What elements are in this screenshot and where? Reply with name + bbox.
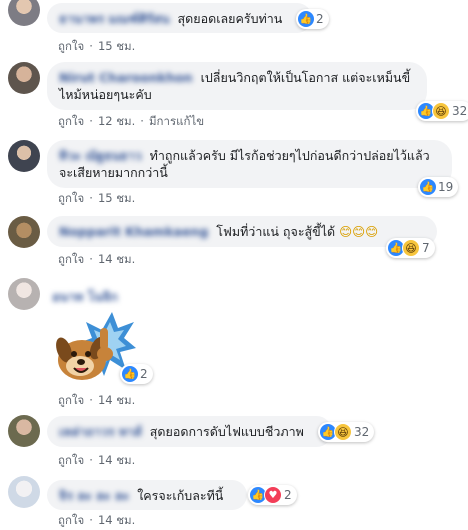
timestamp[interactable]: 15 ชม.	[98, 191, 135, 205]
reaction-summary[interactable]: 👍 ♥ 2	[248, 485, 297, 505]
reaction-summary[interactable]: 👍 19	[418, 177, 459, 197]
like-link[interactable]: ถูกใจ	[58, 252, 84, 266]
comment-actions: ถูกใจ · 14 ชม.	[58, 453, 136, 467]
heart-icon: ♥	[264, 486, 282, 504]
edited-label[interactable]: มีการแก้ไข	[149, 114, 204, 128]
commenter-name[interactable]: Nopparit Khamkaeng	[59, 224, 208, 239]
commenter-name[interactable]: ทิวะ ณัฐธนธาว	[59, 148, 142, 163]
timestamp[interactable]: 14 ชม.	[98, 453, 135, 467]
commenter-name[interactable]: ธานาพร มณฑ์ศิรัสน	[59, 11, 170, 26]
laughing-face-icon: 😆	[402, 239, 420, 257]
reaction-count: 32	[354, 425, 370, 439]
comment-actions: ถูกใจ · 12 ชม. · มีการแก้ไข	[58, 114, 205, 128]
sticker-comment-header: อนาท โนจิก	[52, 287, 122, 307]
like-link[interactable]: ถูกใจ	[58, 191, 84, 205]
like-link[interactable]: ถูกใจ	[58, 393, 84, 407]
reaction-summary[interactable]: 👍 😆 32	[416, 101, 468, 121]
like-link[interactable]: ถูกใจ	[58, 453, 84, 467]
reaction-count: 32	[452, 104, 468, 118]
comment-bubble: ทิวะ ณัฐธนธาว ทำถูกแล้วครับ มีไรก้อช่วยๆ…	[47, 140, 452, 188]
commenter-name[interactable]: อนาท โนจิก	[52, 289, 118, 304]
reaction-summary[interactable]: 👍 2	[120, 364, 153, 384]
reaction-summary[interactable]: 👍 😆 32	[318, 422, 375, 442]
commenter-name[interactable]: จิร ละ ละ ละ	[59, 488, 129, 503]
avatar[interactable]	[8, 415, 40, 447]
like-link[interactable]: ถูกใจ	[58, 39, 84, 53]
commenter-name[interactable]: เหล่าถาวร ทาส์	[59, 424, 142, 439]
comment-text: โฟมที่ว่าแน่ ถุจะสู้ขี้ได้	[216, 224, 336, 239]
comment-text: สุดยอดการดับไฟแบบชีวภาพ	[149, 424, 304, 439]
timestamp[interactable]: 12 ชม.	[98, 114, 135, 128]
reaction-summary[interactable]: 👍 2	[296, 9, 329, 29]
timestamp[interactable]: 14 ชม.	[98, 393, 135, 407]
timestamp[interactable]: 15 ชม.	[98, 39, 135, 53]
avatar[interactable]	[8, 140, 40, 172]
comment-bubble: จิร ละ ละ ละ ใครจะเก้บละทีนี้	[47, 480, 247, 510]
comment-bubble: เหล่าถาวร ทาส์ สุดยอดการดับไฟแบบชีวภาพ	[47, 416, 332, 447]
comment-text: สุดยอดเลยครับท่าน	[177, 11, 283, 26]
like-link[interactable]: ถูกใจ	[58, 513, 84, 527]
timestamp[interactable]: 14 ชม.	[98, 252, 135, 266]
smiling-face-icon: 😊😊😊	[339, 224, 379, 239]
avatar[interactable]	[8, 62, 40, 94]
reaction-count: 2	[140, 367, 148, 381]
like-link[interactable]: ถูกใจ	[58, 114, 84, 128]
commenter-name[interactable]: Nirut Charoonkhon	[59, 70, 193, 85]
thumbs-up-icon: 👍	[298, 11, 314, 27]
avatar[interactable]	[8, 278, 40, 310]
avatar[interactable]	[8, 0, 40, 26]
reaction-count: 7	[422, 241, 430, 255]
comment-text: ใครจะเก้บละทีนี้	[137, 488, 224, 503]
comment-actions: ถูกใจ · 14 ชม.	[58, 252, 136, 266]
thumbs-up-icon: 👍	[420, 179, 436, 195]
comment-actions: ถูกใจ · 15 ชม.	[58, 39, 136, 53]
reaction-count: 2	[316, 12, 324, 26]
comment-bubble: Nopparit Khamkaeng โฟมที่ว่าแน่ ถุจะสู้ข…	[47, 216, 437, 247]
reaction-summary[interactable]: 👍 😆 7	[386, 238, 435, 258]
comment-bubble: ธานาพร มณฑ์ศิรัสน สุดยอดเลยครับท่าน	[47, 3, 312, 33]
comment-actions: ถูกใจ · 14 ชม.	[58, 513, 136, 527]
avatar[interactable]	[8, 216, 40, 248]
avatar[interactable]	[8, 476, 40, 508]
comment-actions: ถูกใจ · 14 ชม.	[58, 393, 136, 407]
laughing-face-icon: 😆	[334, 423, 352, 441]
comment-bubble: Nirut Charoonkhon เปลี่ยนวิกฤตให้เป็นโอก…	[47, 62, 427, 110]
comment-actions: ถูกใจ · 15 ชม.	[58, 191, 136, 205]
thumbs-up-icon: 👍	[122, 366, 138, 382]
reaction-count: 2	[284, 488, 292, 502]
reaction-count: 19	[438, 180, 454, 194]
timestamp[interactable]: 14 ชม.	[98, 513, 135, 527]
laughing-face-icon: 😆	[432, 102, 450, 120]
